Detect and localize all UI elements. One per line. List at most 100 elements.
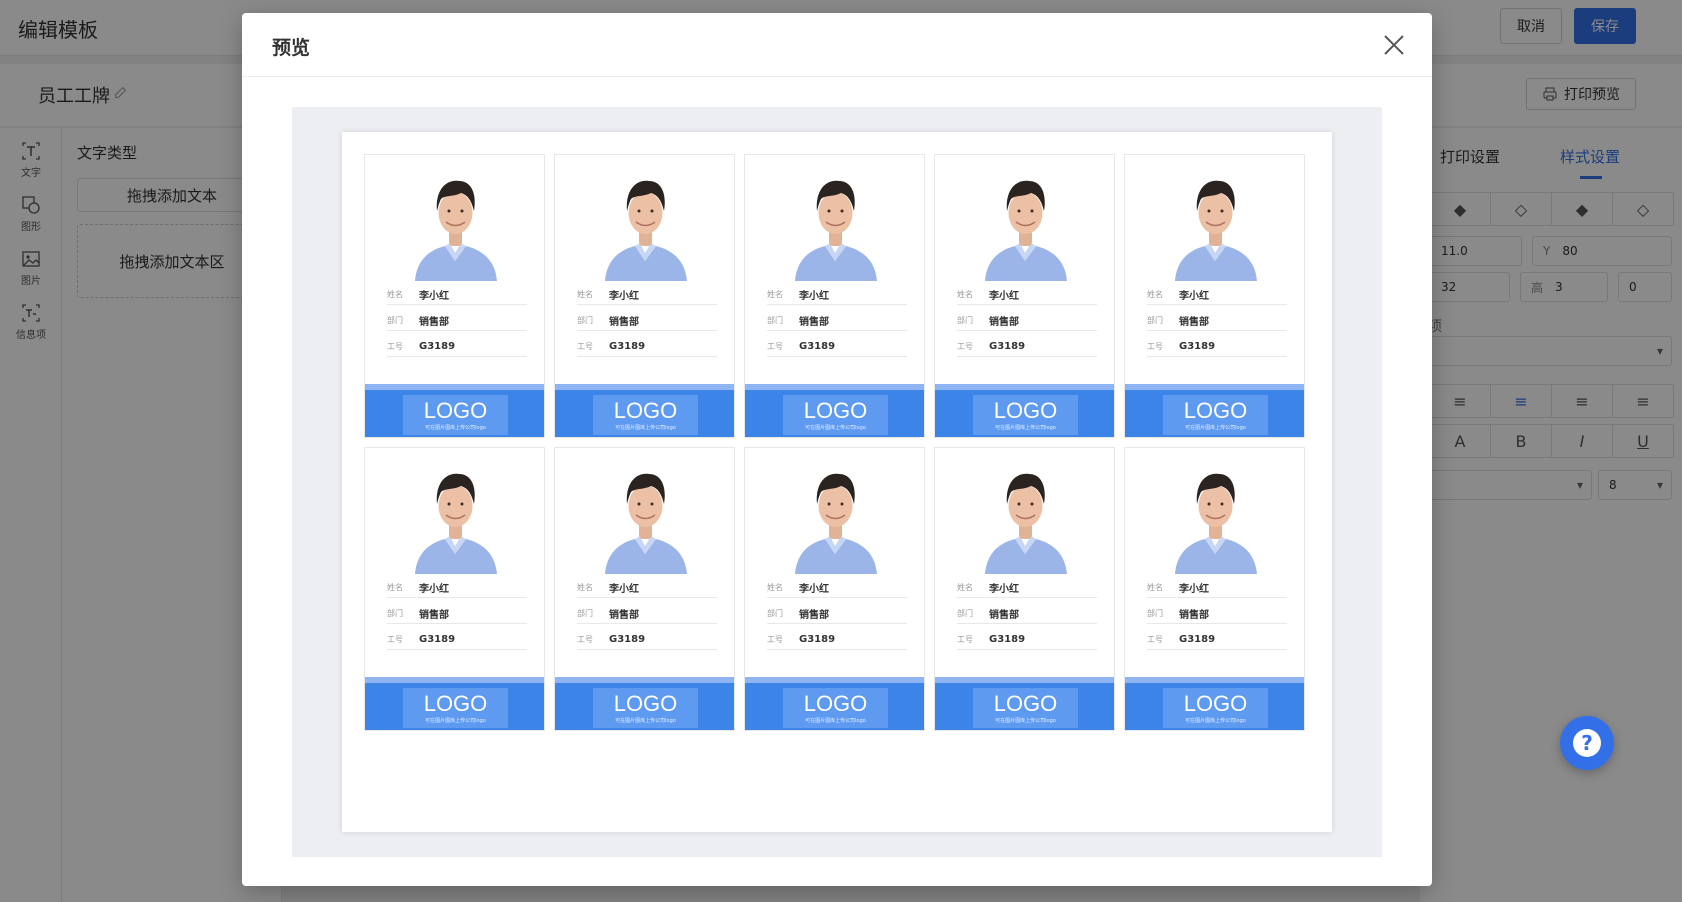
logo-placeholder: LOGO 可在图片图库上传公司logo — [593, 688, 698, 728]
name-row: 姓名 李小红 — [767, 578, 907, 598]
name-value: 李小红 — [799, 584, 829, 595]
dept-label: 部门 — [1147, 316, 1163, 325]
name-row: 姓名 李小红 — [957, 285, 1097, 305]
name-label: 姓名 — [1147, 583, 1163, 592]
badge-footer: LOGO 可在图片图库上传公司logo — [1125, 390, 1304, 437]
id-row: 工号 G3189 — [957, 337, 1097, 357]
id-label: 工号 — [767, 635, 783, 644]
help-icon: ? — [1573, 729, 1601, 757]
dept-label: 部门 — [387, 609, 403, 618]
badge-card: 姓名 李小红 部门 销售部 工号 G3189 LOGO 可在图片图库上传公司lo… — [744, 154, 925, 438]
dept-value: 销售部 — [419, 317, 449, 328]
id-value: G3189 — [799, 341, 836, 352]
modal-title: 预览 — [272, 37, 311, 59]
employee-photo — [793, 169, 878, 281]
logo-hint: 可在图片图库上传公司logo — [995, 425, 1056, 431]
dept-row: 部门 销售部 — [387, 604, 527, 624]
badge-card: 姓名 李小红 部门 销售部 工号 G3189 LOGO 可在图片图库上传公司lo… — [554, 154, 735, 438]
id-value: G3189 — [609, 634, 646, 645]
dept-label: 部门 — [957, 316, 973, 325]
id-value: G3189 — [1179, 634, 1216, 645]
id-label: 工号 — [767, 342, 783, 351]
id-row: 工号 G3189 — [387, 630, 527, 650]
badge-footer: LOGO 可在图片图库上传公司logo — [935, 390, 1114, 437]
dept-value: 销售部 — [419, 610, 449, 621]
logo-text: LOGO — [993, 398, 1058, 423]
id-value: G3189 — [989, 341, 1026, 352]
id-row: 工号 G3189 — [577, 337, 717, 357]
id-row: 工号 G3189 — [1147, 337, 1287, 357]
badge-card: 姓名 李小红 部门 销售部 工号 G3189 LOGO 可在图片图库上传公司lo… — [364, 447, 545, 731]
dept-value: 销售部 — [609, 317, 639, 328]
logo-placeholder: LOGO 可在图片图库上传公司logo — [783, 688, 888, 728]
name-value: 李小红 — [989, 584, 1019, 595]
id-row: 工号 G3189 — [767, 337, 907, 357]
id-label: 工号 — [957, 342, 973, 351]
dept-label: 部门 — [767, 609, 783, 618]
logo-text: LOGO — [423, 691, 488, 716]
name-label: 姓名 — [1147, 290, 1163, 299]
id-value: G3189 — [419, 341, 456, 352]
id-label: 工号 — [1147, 342, 1163, 351]
name-value: 李小红 — [799, 291, 829, 302]
preview-modal: 预览 姓名 李小红 部门 销售部 工号 G3189 LOGO 可在图片图库上传公… — [242, 13, 1432, 886]
print-sheet: 姓名 李小红 部门 销售部 工号 G3189 LOGO 可在图片图库上传公司lo… — [342, 132, 1332, 832]
badge-card: 姓名 李小红 部门 销售部 工号 G3189 LOGO 可在图片图库上传公司lo… — [934, 447, 1115, 731]
employee-photo — [983, 169, 1068, 281]
id-label: 工号 — [387, 635, 403, 644]
badge-footer: LOGO 可在图片图库上传公司logo — [365, 390, 544, 437]
id-label: 工号 — [1147, 635, 1163, 644]
dept-label: 部门 — [577, 609, 593, 618]
name-row: 姓名 李小红 — [1147, 578, 1287, 598]
logo-text: LOGO — [803, 691, 868, 716]
id-value: G3189 — [419, 634, 456, 645]
dept-label: 部门 — [1147, 609, 1163, 618]
dept-row: 部门 销售部 — [767, 604, 907, 624]
id-label: 工号 — [577, 342, 593, 351]
logo-text: LOGO — [423, 398, 488, 423]
logo-hint: 可在图片图库上传公司logo — [805, 718, 866, 724]
logo-hint: 可在图片图库上传公司logo — [1185, 425, 1246, 431]
badge-footer: LOGO 可在图片图库上传公司logo — [365, 683, 544, 730]
logo-placeholder: LOGO 可在图片图库上传公司logo — [973, 688, 1078, 728]
logo-placeholder: LOGO 可在图片图库上传公司logo — [973, 395, 1078, 435]
id-row: 工号 G3189 — [387, 337, 527, 357]
badge-footer: LOGO 可在图片图库上传公司logo — [745, 683, 924, 730]
logo-text: LOGO — [1183, 691, 1248, 716]
id-row: 工号 G3189 — [957, 630, 1097, 650]
name-value: 李小红 — [419, 291, 449, 302]
employee-photo — [793, 462, 878, 574]
dept-row: 部门 销售部 — [957, 311, 1097, 331]
logo-placeholder: LOGO 可在图片图库上传公司logo — [783, 395, 888, 435]
id-value: G3189 — [799, 634, 836, 645]
dept-label: 部门 — [767, 316, 783, 325]
dept-value: 销售部 — [799, 610, 829, 621]
name-label: 姓名 — [387, 583, 403, 592]
dept-row: 部门 销售部 — [957, 604, 1097, 624]
logo-placeholder: LOGO 可在图片图库上传公司logo — [1163, 395, 1268, 435]
name-value: 李小红 — [609, 584, 639, 595]
dept-value: 销售部 — [989, 610, 1019, 621]
help-button[interactable]: ? — [1560, 716, 1614, 770]
name-label: 姓名 — [767, 583, 783, 592]
employee-photo — [1173, 169, 1258, 281]
employee-photo — [413, 462, 498, 574]
id-label: 工号 — [577, 635, 593, 644]
dept-row: 部门 销售部 — [387, 311, 527, 331]
dept-value: 销售部 — [1179, 317, 1209, 328]
badge-card: 姓名 李小红 部门 销售部 工号 G3189 LOGO 可在图片图库上传公司lo… — [1124, 447, 1305, 731]
logo-hint: 可在图片图库上传公司logo — [615, 425, 676, 431]
id-row: 工号 G3189 — [767, 630, 907, 650]
modal-header: 预览 — [242, 13, 1432, 77]
name-row: 姓名 李小红 — [577, 285, 717, 305]
name-label: 姓名 — [577, 290, 593, 299]
name-value: 李小红 — [1179, 584, 1209, 595]
badge-footer: LOGO 可在图片图库上传公司logo — [555, 390, 734, 437]
logo-hint: 可在图片图库上传公司logo — [615, 718, 676, 724]
badge-card: 姓名 李小红 部门 销售部 工号 G3189 LOGO 可在图片图库上传公司lo… — [744, 447, 925, 731]
dept-row: 部门 销售部 — [1147, 604, 1287, 624]
logo-hint: 可在图片图库上传公司logo — [995, 718, 1056, 724]
close-icon[interactable] — [1382, 33, 1406, 57]
employee-photo — [1173, 462, 1258, 574]
employee-photo — [603, 169, 688, 281]
